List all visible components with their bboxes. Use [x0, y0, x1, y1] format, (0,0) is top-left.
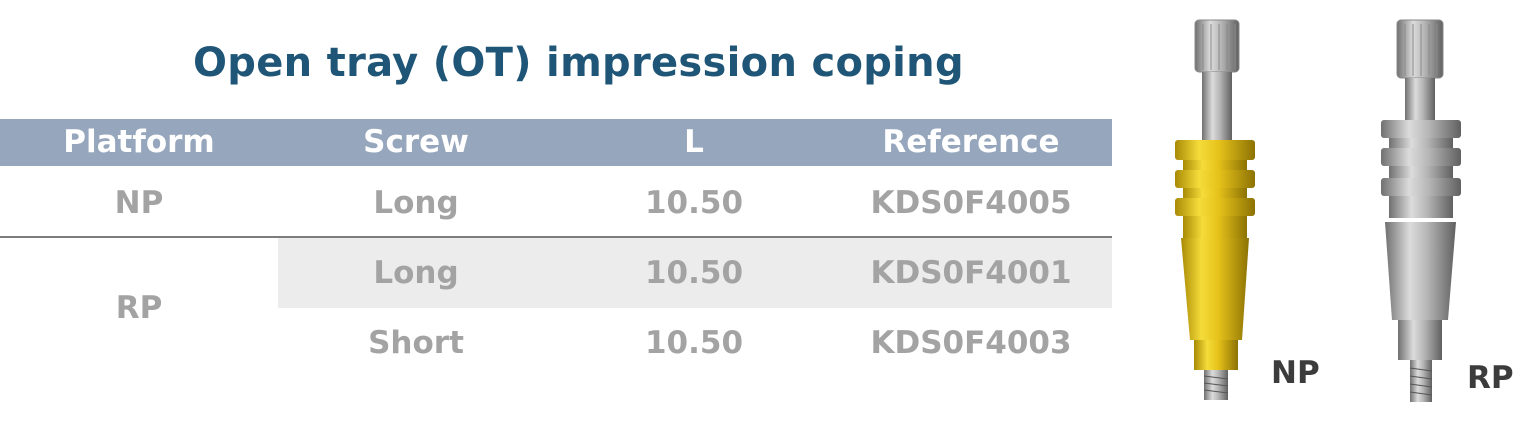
rp-impression-coping-image: [1381, 19, 1461, 402]
np-impression-coping-image: [1175, 19, 1255, 400]
rp-image-label: RP: [1467, 360, 1514, 396]
np-image-label: NP: [1271, 355, 1320, 391]
